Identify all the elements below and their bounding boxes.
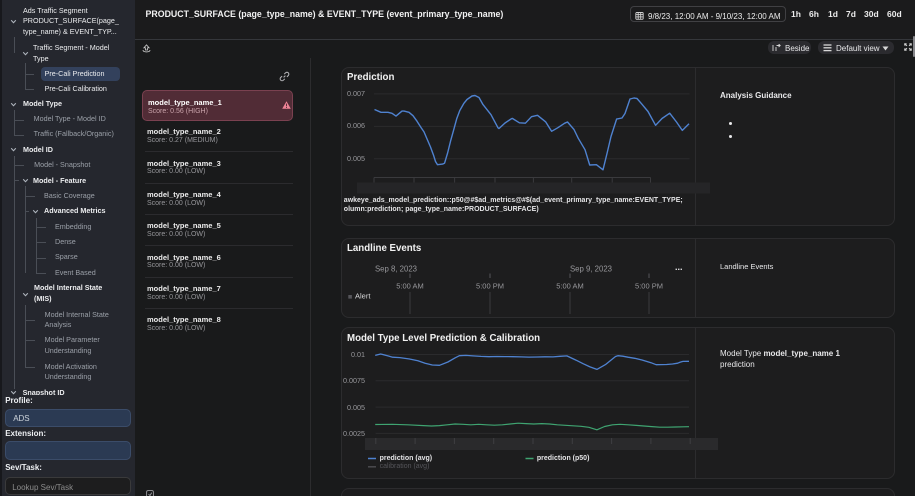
- svg-text:...: ...: [675, 262, 683, 272]
- svg-text:5:00 PM: 5:00 PM: [635, 281, 663, 290]
- svg-text:5:00 AM: 5:00 AM: [396, 281, 424, 290]
- svg-text:5:00 AM: 5:00 AM: [556, 281, 584, 290]
- svg-text:Alert: Alert: [355, 291, 371, 300]
- svg-text:Sep 8, 2023: Sep 8, 2023: [375, 264, 417, 273]
- svg-text:Sep 9, 2023: Sep 9, 2023: [570, 264, 612, 273]
- svg-text:5:00 PM: 5:00 PM: [476, 281, 504, 290]
